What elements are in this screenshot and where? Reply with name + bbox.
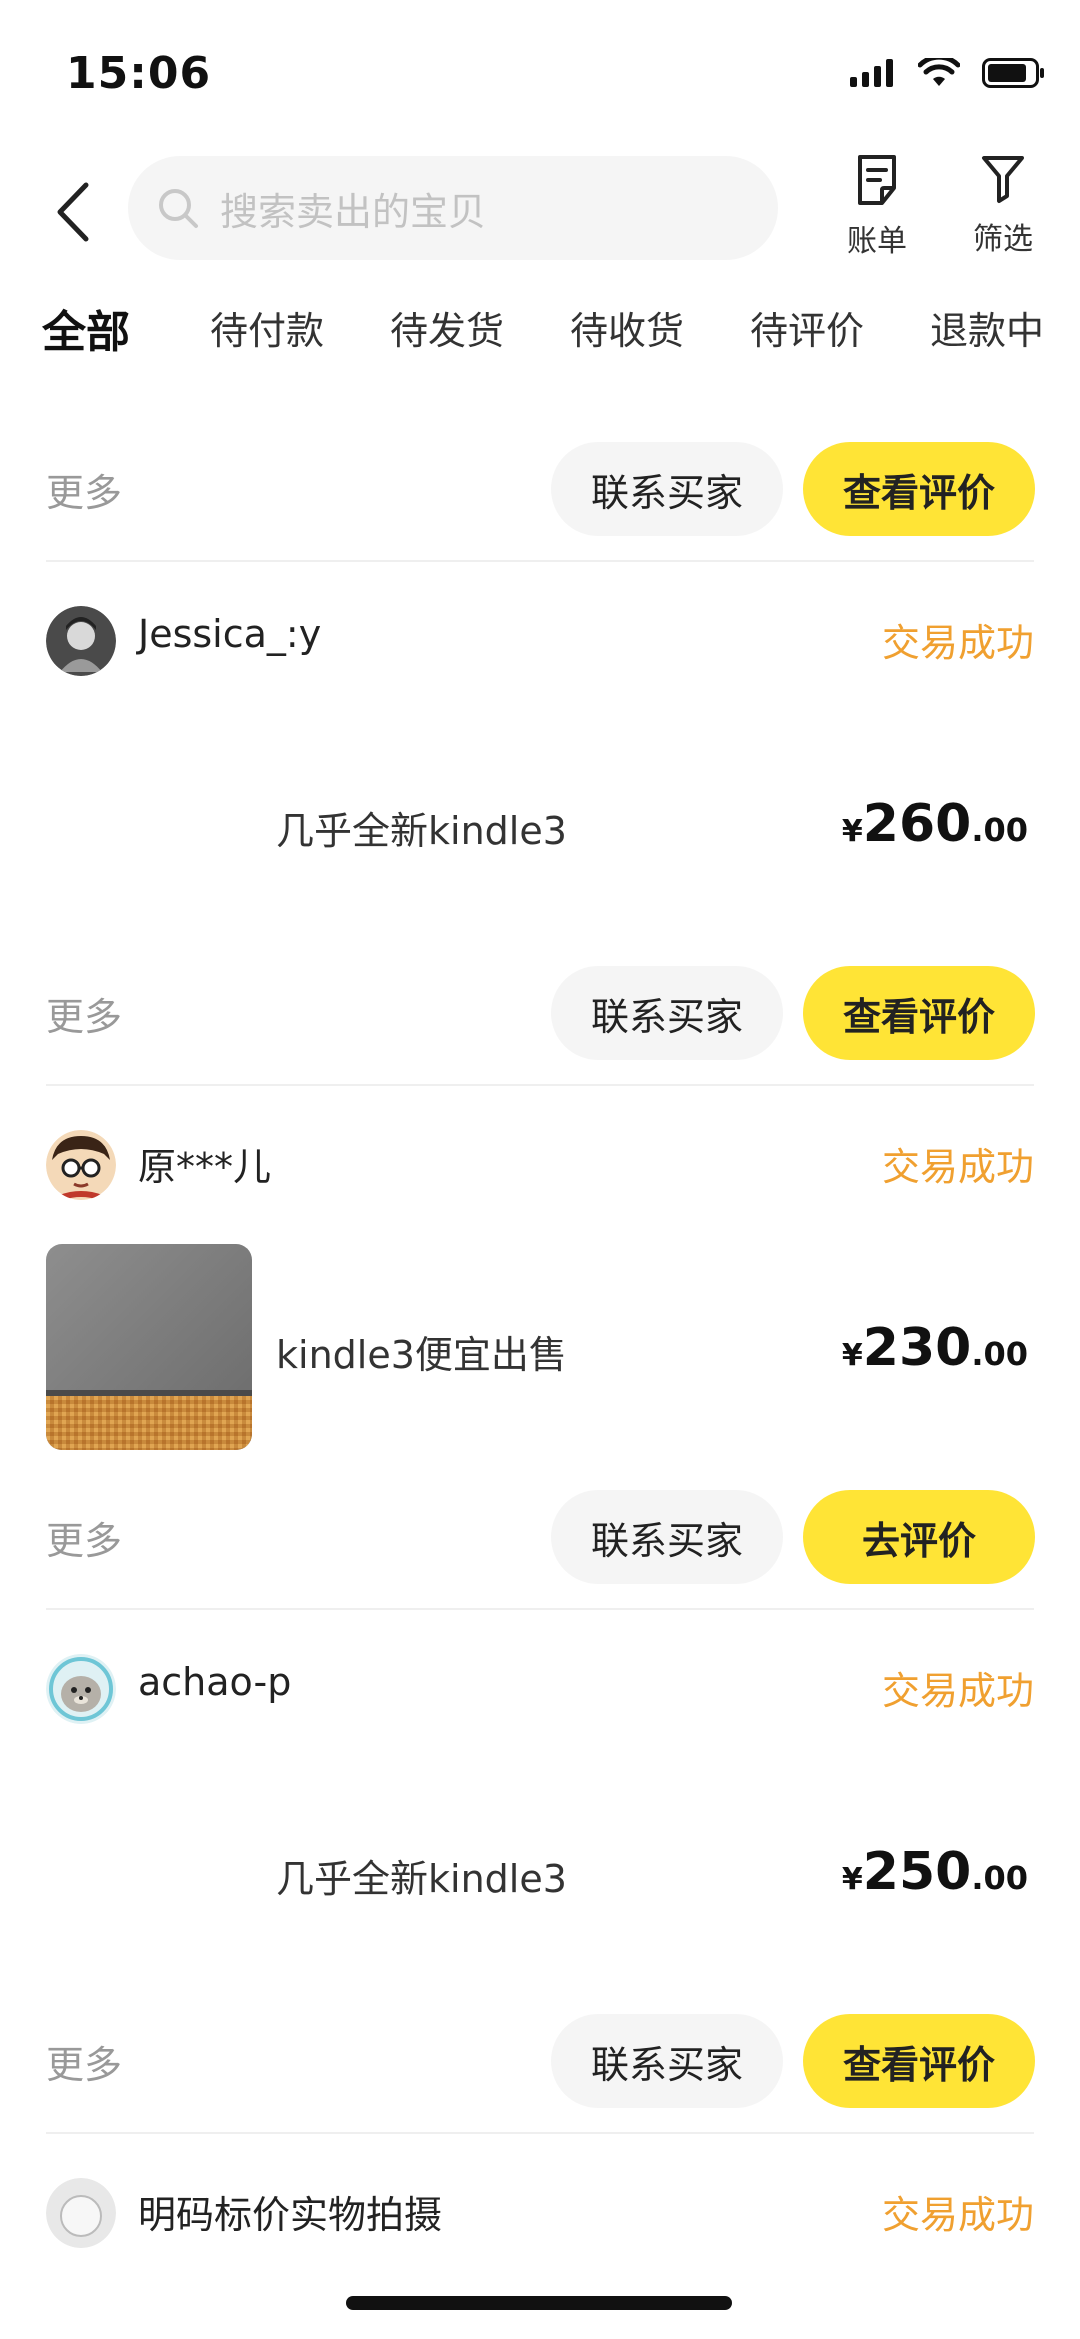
search-icon <box>159 189 198 228</box>
seller-name: 明码标价实物拍摄 <box>138 2193 443 2237</box>
order-item[interactable]: kindle3便宜出售 ¥230.00 <box>46 1224 1034 1468</box>
more-link[interactable]: 更多 <box>46 462 122 517</box>
status-icons <box>850 54 1046 92</box>
order-item[interactable]: 几乎全新kindle3 ¥260.00 <box>46 700 1034 944</box>
back-button[interactable] <box>46 176 98 248</box>
tab-pending-shipment[interactable]: 待发货 <box>390 300 504 355</box>
price-currency: ¥ <box>841 1862 863 1897</box>
bill-button[interactable]: 账单 <box>822 154 932 260</box>
order-actions: 更多 联系买家 查看评价 <box>46 420 1035 560</box>
write-review-button[interactable]: 去评价 <box>803 1490 1035 1584</box>
tab-all[interactable]: 全部 <box>42 296 130 360</box>
contact-buyer-button[interactable]: 联系买家 <box>551 966 783 1060</box>
avatar[interactable] <box>46 1130 116 1200</box>
order-card: Jessica_:y 交易成功 几乎全新kindle3 ¥260.00 更多 联… <box>46 562 1035 1086</box>
seller-name: achao-p <box>138 1660 292 1704</box>
filter-button[interactable]: 筛选 <box>948 154 1058 258</box>
view-review-button[interactable]: 查看评价 <box>803 442 1035 536</box>
item-price: ¥260.00 <box>842 794 1028 854</box>
order-header: 原***儿 交易成功 <box>46 1086 1034 1224</box>
status-bar: 15:06 <box>0 0 1080 140</box>
avatar[interactable] <box>46 1654 116 1724</box>
header: 搜索卖出的宝贝 账单 筛选 <box>0 140 1080 280</box>
price-integer: 230 <box>862 1318 972 1378</box>
item-title: 几乎全新kindle3 <box>276 1857 567 1901</box>
item-price: ¥250.00 <box>842 1842 1028 1902</box>
price-decimal: .00 <box>971 811 1028 849</box>
avatar[interactable] <box>46 2178 116 2248</box>
price-currency: ¥ <box>841 1338 863 1373</box>
order-item[interactable]: 几乎全新kindle3 ¥250.00 <box>46 1748 1034 1992</box>
view-review-button[interactable]: 查看评价 <box>803 2014 1035 2108</box>
order-actions: 更多 联系买家 去评价 <box>46 1468 1035 1608</box>
status-badge: 交易成功 <box>881 621 1034 665</box>
view-review-button[interactable]: 查看评价 <box>803 966 1035 1060</box>
tab-pending-review[interactable]: 待评价 <box>750 300 864 355</box>
status-badge: 交易成功 <box>881 1669 1034 1713</box>
more-link[interactable]: 更多 <box>46 1510 122 1565</box>
home-indicator <box>346 2296 732 2310</box>
tab-refunding[interactable]: 退款中 <box>930 300 1044 355</box>
price-decimal: .00 <box>971 1859 1028 1897</box>
battery-icon <box>982 58 1046 92</box>
item-thumbnail[interactable] <box>46 1244 252 1450</box>
signal-icon <box>850 59 896 91</box>
seller-name: Jessica_:y <box>138 612 322 656</box>
status-badge: 交易成功 <box>881 1145 1034 1189</box>
tab-pending-receipt[interactable]: 待收货 <box>570 300 684 355</box>
bill-icon <box>858 155 896 205</box>
avatar[interactable] <box>46 606 116 676</box>
item-title: 几乎全新kindle3 <box>276 809 567 853</box>
order-list: 更多 联系买家 查看评价 Jessica_:y 交易成功 几乎全新kindle3… <box>46 420 1035 2272</box>
item-title: kindle3便宜出售 <box>276 1333 567 1377</box>
bill-label: 账单 <box>847 224 907 259</box>
search-placeholder: 搜索卖出的宝贝 <box>220 189 487 234</box>
order-card: achao-p 交易成功 几乎全新kindle3 ¥250.00 更多 联系买家… <box>46 1610 1035 2134</box>
status-time: 15:06 <box>66 48 212 99</box>
price-decimal: .00 <box>971 1335 1028 1373</box>
contact-buyer-button[interactable]: 联系买家 <box>551 1490 783 1584</box>
price-currency: ¥ <box>841 814 863 849</box>
order-header: achao-p 交易成功 <box>46 1610 1034 1748</box>
order-actions: 更多 联系买家 查看评价 <box>46 1992 1035 2132</box>
contact-buyer-button[interactable]: 联系买家 <box>551 2014 783 2108</box>
contact-buyer-button[interactable]: 联系买家 <box>551 442 783 536</box>
wifi-icon <box>917 54 961 92</box>
item-price: ¥230.00 <box>842 1318 1028 1378</box>
order-card: 明码标价实物拍摄 交易成功 <box>46 2134 1034 2272</box>
filter-icon <box>982 156 1024 203</box>
order-header: Jessica_:y 交易成功 <box>46 562 1034 700</box>
order-card: 原***儿 交易成功 kindle3便宜出售 ¥230.00 更多 联系买家 去… <box>46 1086 1035 1610</box>
tab-pending-payment[interactable]: 待付款 <box>210 300 324 355</box>
price-integer: 250 <box>862 1842 972 1902</box>
search-input[interactable]: 搜索卖出的宝贝 <box>128 156 778 260</box>
more-link[interactable]: 更多 <box>46 2034 122 2089</box>
order-actions: 更多 联系买家 查看评价 <box>46 944 1035 1084</box>
status-badge: 交易成功 <box>881 2193 1034 2237</box>
order-tabs: 全部 待付款 待发货 待收货 待评价 退款中 <box>0 290 1080 370</box>
chevron-left-icon <box>57 182 89 242</box>
order-header: 明码标价实物拍摄 交易成功 <box>46 2134 1034 2272</box>
more-link[interactable]: 更多 <box>46 986 122 1041</box>
tab-all-label: 全部 <box>42 307 130 358</box>
price-integer: 260 <box>862 794 972 854</box>
seller-name: 原***儿 <box>138 1145 272 1189</box>
filter-label: 筛选 <box>973 222 1033 257</box>
